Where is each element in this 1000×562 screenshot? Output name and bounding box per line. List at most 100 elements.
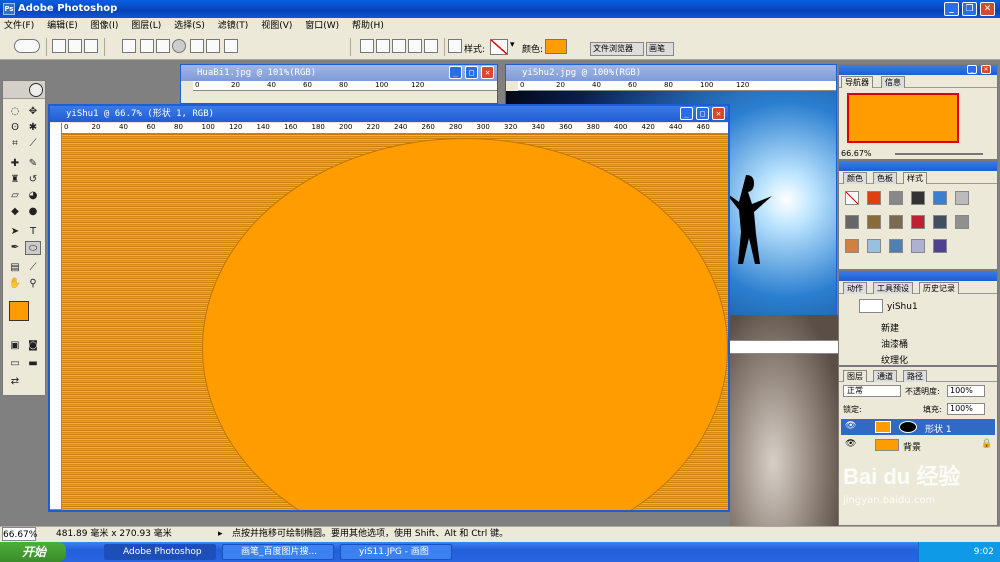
history-item[interactable]: 新建: [881, 321, 899, 334]
tab-swatches[interactable]: 色板: [873, 172, 897, 184]
menu-layer[interactable]: 图层(L): [131, 21, 161, 31]
style-swatch[interactable]: [955, 191, 969, 205]
tab-navigator[interactable]: 导航器: [841, 76, 873, 88]
menu-help[interactable]: 帮助(H): [352, 21, 384, 31]
style-swatch[interactable]: [867, 215, 881, 229]
tab-channels[interactable]: 通道: [873, 370, 897, 382]
tab-color[interactable]: 颜色: [843, 172, 867, 184]
restore-button[interactable]: ❐: [962, 2, 977, 16]
tab-layers[interactable]: 图层: [843, 370, 867, 382]
layer-row[interactable]: 👁 背景 🔒: [841, 437, 995, 453]
menu-edit[interactable]: 编辑(E): [47, 21, 78, 31]
line-tool-icon[interactable]: [206, 39, 220, 53]
link-icon[interactable]: [448, 39, 462, 53]
standard-mode-icon[interactable]: ▣: [7, 339, 23, 353]
visibility-eye-icon[interactable]: 👁: [845, 421, 856, 431]
ellipse-tool-icon[interactable]: [172, 39, 186, 53]
close-button[interactable]: ✕: [980, 2, 995, 16]
tab-tool-presets[interactable]: 工具预设: [873, 282, 913, 294]
pen-tool-icon[interactable]: ✒: [7, 241, 23, 255]
hand-tool-icon[interactable]: ✋: [7, 277, 23, 291]
menu-image[interactable]: 图像(I): [91, 21, 119, 31]
tool-preset-picker[interactable]: [14, 39, 40, 53]
color-swatch[interactable]: [545, 39, 567, 54]
panel-title-bar[interactable]: [839, 161, 997, 171]
minimize-button[interactable]: _: [449, 66, 462, 79]
add-shape-area-icon[interactable]: [376, 39, 390, 53]
intersect-shape-area-icon[interactable]: [408, 39, 422, 53]
taskbar-item-photoshop[interactable]: Adobe Photoshop: [104, 544, 216, 560]
file-browser-tab[interactable]: 文件浏览器: [590, 42, 644, 56]
document-window-yishu1[interactable]: yiShu1 @ 66.7% (形状 1, RGB) _ □ ✕ 0 20 40 60…: [48, 104, 730, 512]
menu-select[interactable]: 选择(S): [174, 21, 205, 31]
brush-tool-icon[interactable]: ✎: [25, 157, 41, 171]
style-swatch[interactable]: [889, 191, 903, 205]
style-none[interactable]: [845, 191, 859, 205]
tab-actions[interactable]: 动作: [843, 282, 867, 294]
minimize-button[interactable]: _: [680, 107, 693, 120]
document-window-huabi1[interactable]: HuaBi1.jpg @ 101%(RGB) _ □ ✕ 0 20 40 60 …: [180, 64, 498, 104]
minimize-button[interactable]: _: [944, 2, 959, 16]
quick-mask-icon[interactable]: ◙: [25, 339, 41, 353]
fill-input[interactable]: 100%: [947, 403, 985, 415]
tab-history[interactable]: 历史记录: [919, 282, 959, 294]
fill-pixels-icon[interactable]: [84, 39, 98, 53]
history-item[interactable]: 油漆桶: [881, 337, 908, 350]
document-title-bar[interactable]: yiShu2.jpg @ 100%(RGB): [506, 65, 836, 81]
type-tool-icon[interactable]: T: [25, 225, 41, 239]
foreground-color-swatch[interactable]: [9, 301, 29, 321]
tab-info[interactable]: 信息: [881, 76, 905, 88]
canvas[interactable]: [62, 134, 728, 510]
rectangle-tool-icon[interactable]: [140, 39, 154, 53]
zoom-tool-icon[interactable]: ⚲: [25, 277, 41, 291]
lasso-tool-icon[interactable]: ʘ: [7, 121, 23, 135]
paths-icon[interactable]: [68, 39, 82, 53]
history-item[interactable]: 纹理化: [881, 353, 908, 366]
screen-mode-icon[interactable]: ▭: [7, 357, 23, 371]
orange-ellipse-shape[interactable]: [202, 138, 728, 510]
style-swatch[interactable]: [889, 239, 903, 253]
path-selection-icon[interactable]: ➤: [7, 225, 23, 239]
full-screen-icon[interactable]: ▬: [25, 357, 41, 371]
style-swatch[interactable]: [955, 215, 969, 229]
layer-row[interactable]: 👁 形状 1: [841, 419, 995, 435]
subtract-shape-area-icon[interactable]: [392, 39, 406, 53]
style-swatch[interactable]: [933, 191, 947, 205]
shape-layers-icon[interactable]: [52, 39, 66, 53]
navigator-zoom[interactable]: 66.67%: [841, 149, 872, 158]
maximize-button[interactable]: □: [696, 107, 709, 120]
style-swatch[interactable]: [889, 215, 903, 229]
style-swatch[interactable]: [867, 191, 881, 205]
maximize-button[interactable]: □: [465, 66, 478, 79]
tab-styles[interactable]: 样式: [903, 172, 927, 184]
taskbar-item-paint[interactable]: yiS11.JPG - 画图: [340, 544, 452, 560]
menu-window[interactable]: 窗口(W): [305, 21, 339, 31]
style-swatch[interactable]: [911, 215, 925, 229]
zoom-slider[interactable]: [895, 153, 983, 155]
opacity-input[interactable]: 100%: [947, 385, 985, 397]
close-button[interactable]: ✕: [481, 66, 494, 79]
style-swatch[interactable]: [845, 239, 859, 253]
layer-name[interactable]: 背景: [903, 440, 921, 453]
eraser-tool-icon[interactable]: ▱: [7, 189, 23, 203]
minimize-button[interactable]: _: [967, 65, 977, 74]
history-brush-icon[interactable]: ↺: [25, 173, 41, 187]
close-button[interactable]: ✕: [712, 107, 725, 120]
panel-title-bar[interactable]: _ ✕: [839, 65, 997, 75]
zoom-input[interactable]: 66.67%: [2, 527, 37, 541]
marquee-tool-icon[interactable]: ◌: [7, 105, 23, 119]
style-swatch[interactable]: [933, 215, 947, 229]
panel-title-bar[interactable]: [839, 271, 997, 281]
visibility-eye-icon[interactable]: 👁: [845, 439, 856, 449]
document-title-bar[interactable]: yiShu1 @ 66.7% (形状 1, RGB) _ □ ✕: [50, 106, 728, 122]
close-button[interactable]: ✕: [981, 65, 991, 74]
style-picker[interactable]: [490, 39, 508, 55]
clone-stamp-icon[interactable]: ♜: [7, 173, 23, 187]
custom-shape-icon[interactable]: [224, 39, 238, 53]
blend-mode-select[interactable]: 正常: [843, 385, 901, 397]
paint-bucket-icon[interactable]: ◕: [25, 189, 41, 203]
brushes-tab[interactable]: 画笔: [646, 42, 674, 56]
polygon-tool-icon[interactable]: [190, 39, 204, 53]
rounded-rectangle-tool-icon[interactable]: [156, 39, 170, 53]
chevron-down-icon[interactable]: ▾: [510, 40, 515, 50]
